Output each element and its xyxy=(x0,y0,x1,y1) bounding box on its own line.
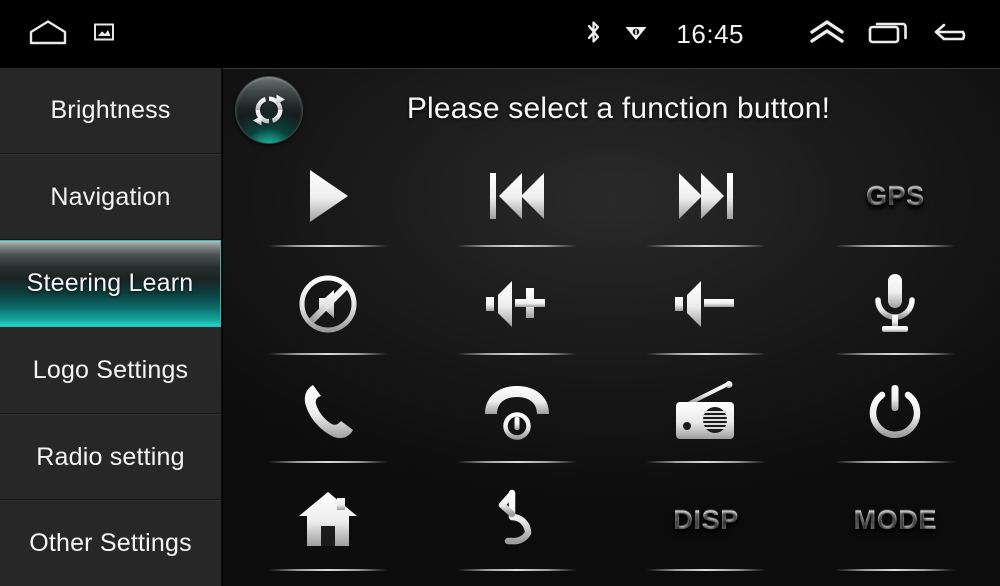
sidebar-item-steering-learn[interactable]: Steering Learn xyxy=(0,240,221,328)
disp-text-icon: DISP xyxy=(673,485,738,555)
back-arrow-icon[interactable] xyxy=(932,19,974,50)
gps-label: GPS xyxy=(865,180,925,211)
sidebar-item-navigation[interactable]: Navigation xyxy=(0,153,221,241)
sidebar-item-logo-settings[interactable]: Logo Settings xyxy=(0,327,221,414)
cell-separator xyxy=(267,569,388,571)
sidebar-item-label: Navigation xyxy=(50,182,171,211)
radio-icon xyxy=(672,377,740,447)
status-bar-right: 16:45 xyxy=(585,19,1000,50)
sidebar-item-other-settings[interactable]: Other Settings xyxy=(0,500,221,586)
cell-separator xyxy=(456,353,577,355)
refresh-icon xyxy=(248,89,290,131)
cell-separator xyxy=(835,245,956,247)
cell-separator xyxy=(456,569,577,571)
cell-separator xyxy=(267,353,388,355)
previous-track-icon xyxy=(484,161,550,231)
microphone-icon xyxy=(869,269,921,339)
function-button-volume-up[interactable] xyxy=(422,257,611,365)
home-house-icon xyxy=(297,485,359,555)
disp-label: DISP xyxy=(673,504,739,535)
function-button-disp[interactable]: DISP xyxy=(612,473,801,581)
function-button-radio[interactable] xyxy=(612,365,801,473)
status-bar-clock: 16:45 xyxy=(676,18,744,49)
function-button-home[interactable] xyxy=(233,473,422,581)
cell-separator xyxy=(456,461,577,463)
sidebar-item-label: Logo Settings xyxy=(32,355,189,384)
main-header: Please select a function button! xyxy=(223,69,1000,149)
mode-label: MODE xyxy=(853,504,938,535)
status-bar: 16:45 xyxy=(0,0,1000,68)
app-root: 16:45 Brightness Navigation Steering Lea… xyxy=(0,0,1000,586)
wifi-icon xyxy=(624,21,648,48)
function-button-mode[interactable]: MODE xyxy=(801,473,990,581)
sidebar-item-radio-setting[interactable]: Radio setting xyxy=(0,413,221,501)
cell-separator xyxy=(267,245,388,247)
reset-button[interactable] xyxy=(236,77,302,143)
cell-separator xyxy=(646,245,767,247)
volume-down-icon xyxy=(671,269,741,339)
home-icon[interactable] xyxy=(28,19,68,50)
next-track-icon xyxy=(673,161,739,231)
cell-separator xyxy=(835,569,956,571)
screenshot-icon[interactable] xyxy=(94,23,114,46)
function-button-call-answer[interactable] xyxy=(233,365,422,473)
cell-separator xyxy=(835,461,956,463)
sidebar-item-label: Steering Learn xyxy=(26,269,194,298)
function-button-power[interactable] xyxy=(801,365,990,473)
call-answer-icon xyxy=(299,377,357,447)
function-button-volume-down[interactable] xyxy=(612,257,801,365)
return-arrow-icon xyxy=(486,485,548,555)
chevron-up-icon[interactable] xyxy=(808,19,846,50)
function-button-play[interactable] xyxy=(233,149,422,257)
gps-text-icon: GPS xyxy=(866,161,925,231)
cell-separator xyxy=(835,353,956,355)
sidebar: Brightness Navigation Steering Learn Log… xyxy=(0,68,222,586)
function-button-next-track[interactable] xyxy=(612,149,801,257)
recents-icon[interactable] xyxy=(868,19,910,50)
cell-separator xyxy=(267,461,388,463)
cell-separator xyxy=(456,245,577,247)
mute-icon xyxy=(297,269,359,339)
function-button-microphone[interactable] xyxy=(801,257,990,365)
power-icon xyxy=(866,377,924,447)
call-hangup-icon xyxy=(481,377,553,447)
function-button-grid: GPS DISP MODE xyxy=(223,149,1000,586)
volume-up-icon xyxy=(482,269,552,339)
cell-separator xyxy=(646,353,767,355)
main-panel: Please select a function button! GPS DIS… xyxy=(223,68,1000,586)
page-title: Please select a function button! xyxy=(406,92,831,125)
play-icon xyxy=(300,161,356,231)
sidebar-item-label: Other Settings xyxy=(29,529,192,558)
cell-separator xyxy=(646,569,767,571)
function-button-gps[interactable]: GPS xyxy=(801,149,990,257)
sidebar-item-label: Radio setting xyxy=(36,442,185,471)
bluetooth-icon xyxy=(585,19,602,50)
cell-separator xyxy=(646,461,767,463)
function-button-mute[interactable] xyxy=(233,257,422,365)
sidebar-item-label: Brightness xyxy=(50,95,171,124)
function-button-previous-track[interactable] xyxy=(422,149,611,257)
function-button-call-hangup[interactable] xyxy=(422,365,611,473)
mode-text-icon: MODE xyxy=(854,485,937,555)
function-button-return[interactable] xyxy=(422,473,611,581)
sidebar-item-brightness[interactable]: Brightness xyxy=(0,68,221,154)
status-bar-left xyxy=(0,19,114,50)
